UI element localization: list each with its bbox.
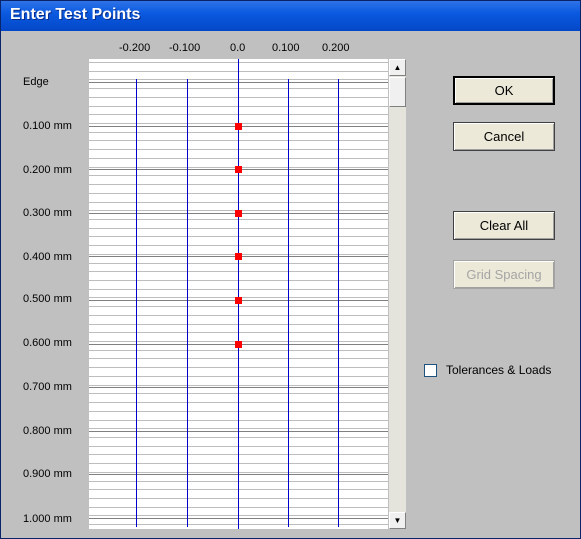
column-line [338, 79, 339, 527]
column-label: -0.200 [119, 42, 151, 54]
column-label: 0.0 [230, 42, 246, 54]
row-label: 0.600 mm [23, 337, 72, 349]
scroll-thumb[interactable] [389, 77, 406, 107]
column-line [187, 79, 188, 527]
column-line [136, 79, 137, 527]
test-point-marker[interactable] [235, 297, 242, 304]
title-bar: Enter Test Points [1, 1, 580, 31]
clear-all-button[interactable]: Clear All [453, 211, 555, 240]
column-label: 0.200 [322, 42, 350, 54]
scroll-up-arrow-icon[interactable]: ▲ [389, 59, 406, 76]
dialog-title: Enter Test Points [10, 6, 141, 23]
vertical-scrollbar[interactable]: ▲ ▼ [389, 59, 406, 529]
test-point-marker[interactable] [235, 166, 242, 173]
row-label: 1.000 mm [23, 513, 72, 525]
row-label: 0.900 mm [23, 468, 72, 480]
row-label: 0.400 mm [23, 251, 72, 263]
scroll-down-arrow-icon[interactable]: ▼ [389, 512, 406, 529]
test-point-grid[interactable] [89, 59, 388, 529]
row-label: 0.200 mm [23, 164, 72, 176]
test-point-marker[interactable] [235, 210, 242, 217]
row-label: 0.300 mm [23, 207, 72, 219]
tolerances-loads-checkbox[interactable] [424, 364, 437, 377]
test-point-marker[interactable] [235, 341, 242, 348]
test-point-marker[interactable] [235, 123, 242, 130]
enter-test-points-dialog: Enter Test Points -0.200 -0.100 0.0 0.10… [0, 0, 581, 539]
row-label: 0.500 mm [23, 293, 72, 305]
row-label: 0.700 mm [23, 381, 72, 393]
row-label: Edge [23, 76, 49, 88]
cancel-button[interactable]: Cancel [453, 122, 555, 151]
test-point-marker[interactable] [235, 253, 242, 260]
ok-button[interactable]: OK [453, 76, 555, 105]
grid-spacing-button[interactable]: Grid Spacing [453, 260, 555, 289]
row-label: 0.100 mm [23, 120, 72, 132]
tolerances-loads-label: Tolerances & Loads [446, 363, 552, 377]
column-line [288, 79, 289, 527]
row-label: 0.800 mm [23, 425, 72, 437]
column-label: -0.100 [169, 42, 201, 54]
column-label: 0.100 [272, 42, 300, 54]
